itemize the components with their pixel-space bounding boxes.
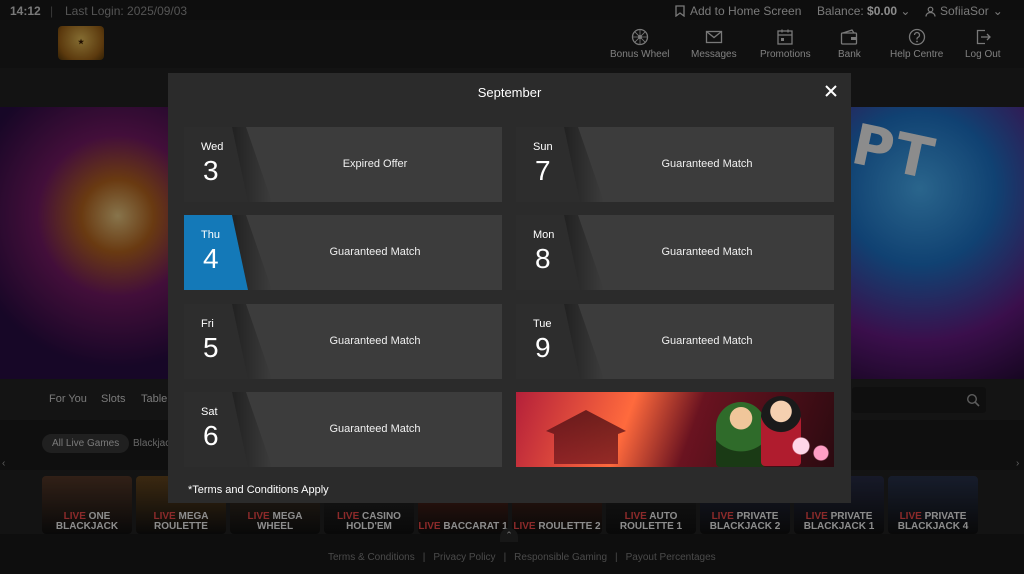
offer-label: Guaranteed Match — [661, 158, 753, 170]
character-art — [716, 402, 766, 467]
day-number: 6 — [203, 420, 219, 451]
offer-card-sun[interactable]: Sun 7 Guaranteed Match — [516, 127, 834, 202]
pagoda-art — [546, 410, 626, 464]
day-number: 5 — [203, 332, 219, 363]
offer-card-mon[interactable]: Mon 8 Guaranteed Match — [516, 215, 834, 290]
day-number: 7 — [535, 155, 551, 186]
day-of-week: Mon — [533, 229, 555, 241]
offer-label: Guaranteed Match — [661, 335, 753, 347]
day-number: 4 — [203, 243, 219, 274]
flowers-art — [786, 432, 834, 467]
day-number: 3 — [203, 155, 219, 186]
day-of-week: Sat — [201, 406, 218, 418]
day-number: 8 — [535, 243, 551, 274]
day-of-week: Tue — [533, 318, 552, 330]
offer-card-fri[interactable]: Fri 5 Guaranteed Match — [184, 304, 502, 379]
terms-note: *Terms and Conditions Apply — [188, 484, 329, 496]
modal-title: September — [477, 85, 542, 100]
day-number: 9 — [535, 332, 551, 363]
day-of-week: Wed — [201, 141, 224, 153]
promotions-calendar-modal: September Wed 3 Expired Offer Sun 7 Guarantee… — [168, 73, 851, 503]
offer-card-sat[interactable]: Sat 6 Guaranteed Match — [184, 392, 502, 467]
offer-label: Guaranteed Match — [329, 423, 421, 435]
day-of-week: Sun — [533, 141, 553, 153]
promo-banner-image[interactable] — [516, 392, 834, 467]
offer-card-thu[interactable]: Thu 4 Guaranteed Match — [184, 215, 502, 290]
offer-label: Guaranteed Match — [329, 246, 421, 258]
offer-card-wed[interactable]: Wed 3 Expired Offer — [184, 127, 502, 202]
day-of-week: Fri — [201, 318, 214, 330]
offer-label: Guaranteed Match — [661, 246, 753, 258]
offer-card-tue[interactable]: Tue 9 Guaranteed Match — [516, 304, 834, 379]
close-icon[interactable] — [824, 84, 838, 98]
day-of-week: Thu — [201, 229, 220, 241]
offer-label: Guaranteed Match — [329, 335, 421, 347]
offer-label: Expired Offer — [342, 158, 408, 170]
